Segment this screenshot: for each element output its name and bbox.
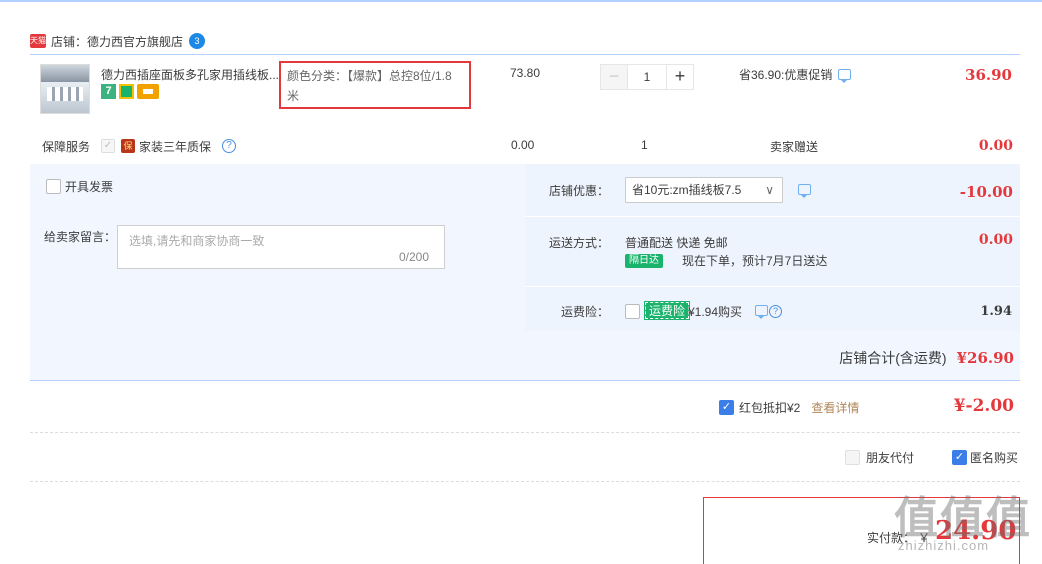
- help-icon[interactable]: ?: [222, 139, 236, 153]
- red-packet-checkbox[interactable]: ✓: [719, 400, 734, 415]
- service-tags: 7: [101, 84, 159, 99]
- anonymous-checkbox[interactable]: ✓: [952, 450, 967, 465]
- invoice-option[interactable]: 开具发票: [46, 178, 113, 195]
- service-qty: 1: [641, 138, 648, 152]
- item-subtotal: 36.90: [965, 66, 1012, 84]
- insurance-badge: 运费险: [643, 301, 691, 320]
- friend-pay-checkbox[interactable]: [845, 450, 860, 465]
- quantity-stepper: − 1 +: [600, 64, 694, 90]
- invoice-label: 开具发票: [65, 180, 114, 194]
- divider: [525, 286, 1020, 287]
- coupon-chat-icon[interactable]: [798, 184, 811, 198]
- product-thumbnail[interactable]: [40, 64, 90, 114]
- insurance-price: ¥1.94购买: [688, 305, 743, 319]
- sku-selection[interactable]: 颜色分类：【爆款】总控8位/1.8米: [279, 61, 471, 109]
- unit-price: 73.80: [510, 66, 541, 80]
- divider: [525, 216, 1020, 217]
- next-day-badge: 隔日达: [625, 254, 663, 268]
- delivery-estimate: 现在下单，预计7月7日送达: [682, 254, 828, 268]
- promotion-info: 省36.90:优惠促销: [739, 66, 852, 83]
- shipping-method: 普通配送 快递 免邮: [625, 236, 728, 250]
- shop-total-value: ¥26.90: [956, 349, 1014, 367]
- watermark-url: zhizhizhi.com: [898, 538, 990, 553]
- qty-input[interactable]: 1: [628, 64, 666, 90]
- qty-decrease-button[interactable]: −: [600, 64, 628, 90]
- insurance-checkbox[interactable]: [625, 304, 640, 319]
- seven-day-return-icon: 7: [101, 84, 116, 99]
- red-packet-option[interactable]: ✓ 红包抵扣¥2 查看详情: [719, 399, 859, 416]
- friend-pay-option[interactable]: 朋友代付: [845, 449, 914, 466]
- coupon-amount: -10.00: [959, 183, 1013, 201]
- service-price: 0.00: [511, 138, 535, 152]
- wangwang-chat-icon[interactable]: 3: [189, 33, 206, 49]
- top-border: [0, 0, 1042, 2]
- coupon-select[interactable]: 省10元:zm插线板7.5 ∨: [625, 177, 783, 203]
- guarantee-icon: [119, 84, 134, 99]
- red-packet-amount: ¥-2.00: [953, 396, 1014, 416]
- service-name: 家装三年质保: [139, 140, 212, 154]
- divider: [30, 481, 1020, 482]
- insurance-chat-icon[interactable]: [755, 305, 768, 319]
- promotion-text: 省36.90:优惠促销: [739, 68, 833, 82]
- shipping-label: 运送方式：: [549, 236, 610, 250]
- shop-total-label: 店铺合计(含运费): [839, 350, 947, 366]
- insurance-amount: 1.94: [980, 304, 1012, 319]
- shipping-amount: 0.00: [978, 232, 1013, 248]
- warranty-icon: 保: [121, 139, 135, 153]
- help-icon[interactable]: ?: [769, 305, 782, 318]
- service-subtotal: 0.00: [978, 138, 1013, 154]
- service-label: 保障服务: [42, 140, 91, 154]
- coupon-selected-value: 省10元:zm插线板7.5: [632, 183, 742, 197]
- credit-card-icon: [137, 84, 159, 99]
- friend-pay-label: 朋友代付: [866, 451, 915, 465]
- shop-total: 店铺合计(含运费) ¥26.90: [839, 348, 1014, 368]
- promotion-chat-icon[interactable]: [838, 69, 852, 83]
- product-title-link[interactable]: 德力西插座面板多孔家用插线板...: [101, 66, 279, 83]
- red-packet-detail-link[interactable]: 查看详情: [811, 399, 859, 416]
- qty-increase-button[interactable]: +: [666, 64, 694, 90]
- anonymous-option[interactable]: ✓ 匿名购买: [952, 449, 1018, 466]
- service-checkbox: ✓: [101, 139, 115, 153]
- memo-placeholder: 选填,请先和商家协商一致: [129, 234, 265, 248]
- insurance-label: 运费险：: [561, 305, 610, 319]
- chevron-down-icon: ∨: [765, 183, 774, 197]
- watermark-logo: 值值值: [894, 494, 1032, 543]
- shop-name-link[interactable]: 店铺：德力西官方旗舰店: [51, 33, 183, 50]
- memo-label: 给卖家留言：: [44, 230, 117, 244]
- memo-char-count: 0/200: [399, 250, 430, 264]
- insurance-icons: ?: [755, 305, 782, 319]
- anonymous-label: 匿名购买: [970, 451, 1019, 465]
- red-packet-label: 红包抵扣¥2: [739, 401, 801, 415]
- service-gift-label: 卖家赠送: [770, 140, 819, 154]
- coupon-label: 店铺优惠：: [549, 184, 610, 198]
- invoice-checkbox[interactable]: [46, 179, 61, 194]
- divider: [30, 432, 1020, 433]
- shop-bar: 天猫 店铺：德力西官方旗舰店 3: [30, 30, 206, 52]
- tmall-icon: 天猫: [30, 34, 46, 48]
